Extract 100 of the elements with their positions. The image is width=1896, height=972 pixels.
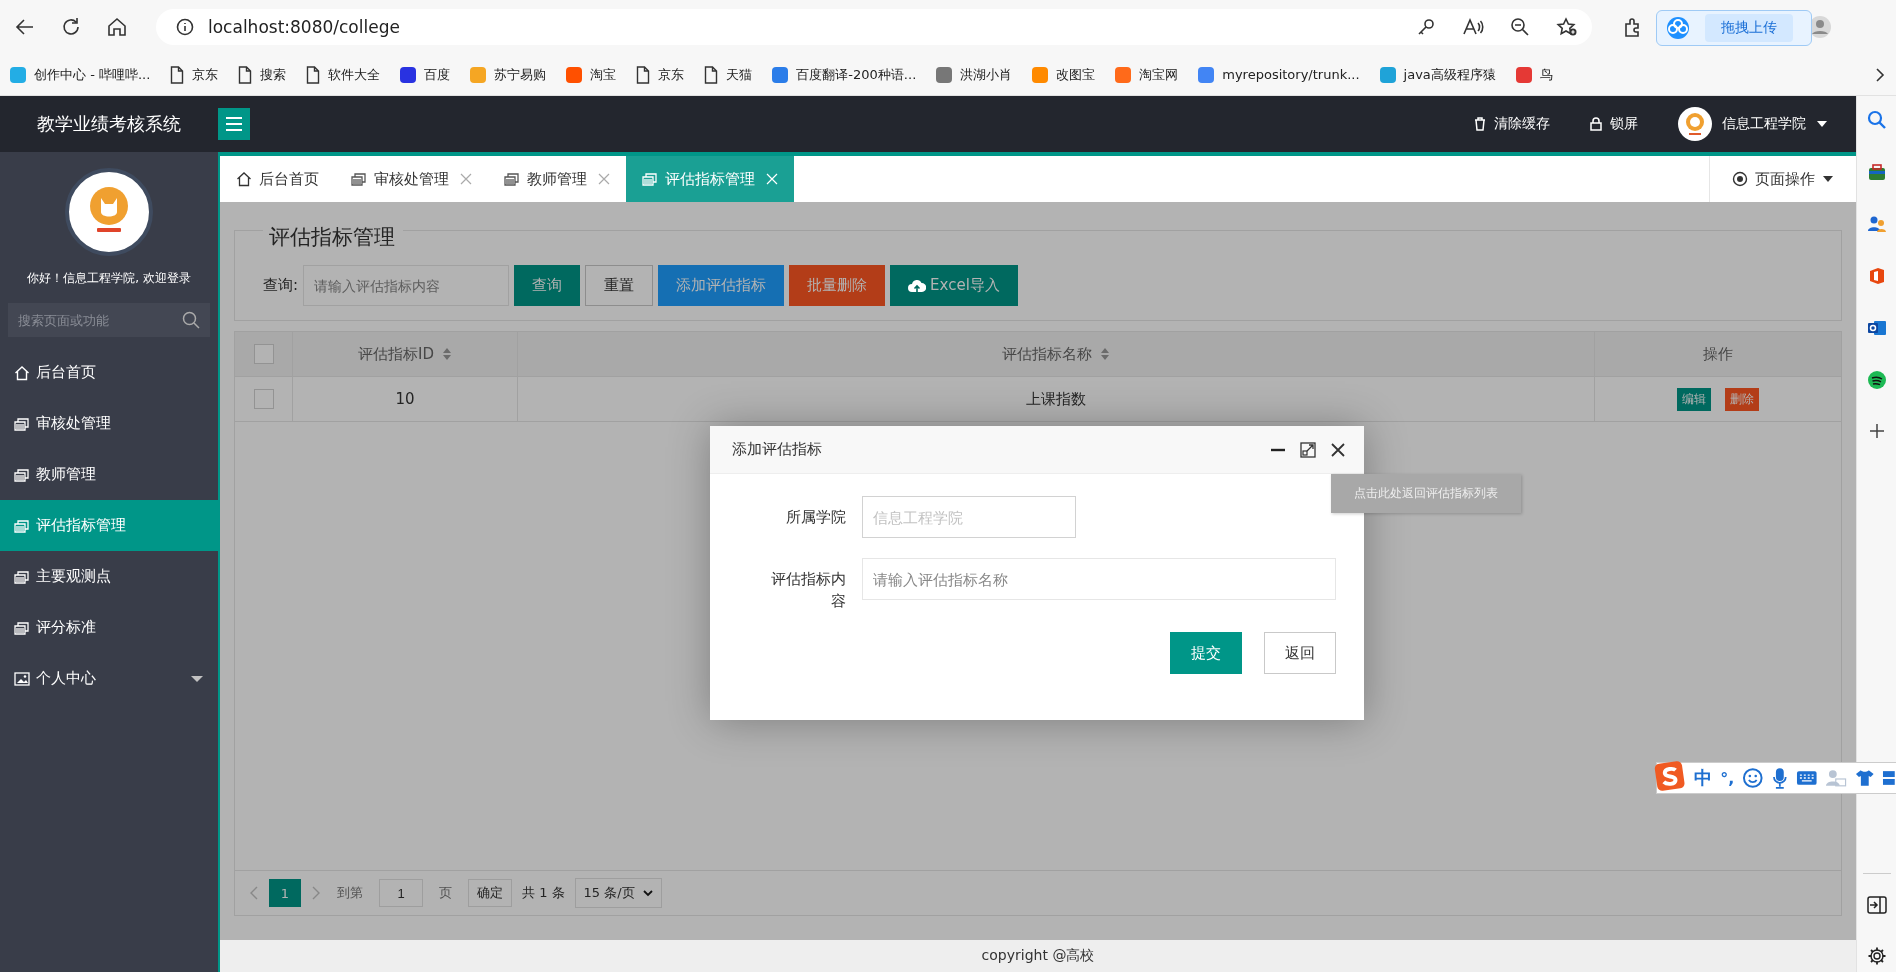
document-icon bbox=[14, 518, 30, 533]
bookmark[interactable]: 淘宝网 bbox=[1115, 65, 1179, 84]
back-button[interactable]: 返回 bbox=[1264, 632, 1336, 674]
music-icon[interactable] bbox=[1866, 370, 1887, 390]
bookmark[interactable]: 创作中心 - 哔哩哔... bbox=[10, 65, 151, 84]
menu-item[interactable]: 审核处管理 bbox=[0, 398, 218, 449]
caret-icon bbox=[1822, 175, 1834, 183]
keyboard-icon[interactable] bbox=[1795, 770, 1818, 786]
menu-item[interactable]: 个人中心 bbox=[0, 653, 218, 704]
goto-label: 到第 bbox=[337, 884, 363, 902]
page-icon bbox=[306, 65, 321, 84]
zoom-out-icon[interactable] bbox=[1510, 17, 1530, 37]
bookmark[interactable]: 天猫 bbox=[704, 65, 753, 84]
add-icon[interactable] bbox=[1867, 422, 1886, 440]
bookmark[interactable]: java高级程序猿 bbox=[1379, 65, 1496, 84]
document-icon bbox=[504, 172, 520, 186]
refresh-icon[interactable] bbox=[60, 16, 82, 38]
mail-icon[interactable] bbox=[1866, 318, 1887, 338]
target-icon bbox=[1732, 171, 1748, 187]
bookmark[interactable]: 软件大全 bbox=[306, 65, 381, 84]
tab[interactable]: 后台首页 bbox=[220, 156, 335, 202]
address-bar[interactable]: localhost:8080/college bbox=[156, 9, 1592, 45]
page-field[interactable]: 1 bbox=[379, 879, 423, 907]
bookmark[interactable]: 京东 bbox=[636, 65, 685, 84]
document-icon bbox=[14, 467, 30, 482]
image-icon bbox=[14, 671, 30, 686]
header-link[interactable]: 锁屏 bbox=[1590, 115, 1638, 133]
document-icon bbox=[14, 416, 30, 431]
settings-icon[interactable] bbox=[1866, 946, 1887, 966]
menu-item[interactable]: 主要观测点 bbox=[0, 551, 218, 602]
add-favorite-icon[interactable] bbox=[1556, 17, 1578, 37]
smiley-icon[interactable] bbox=[1742, 767, 1764, 789]
url-text: localhost:8080/college bbox=[208, 17, 400, 37]
menu-item[interactable]: 评分标准 bbox=[0, 602, 218, 653]
bookmark[interactable]: 苏宁易购 bbox=[470, 65, 547, 84]
people-icon[interactable] bbox=[1866, 214, 1887, 234]
panel-toggle-icon[interactable] bbox=[1866, 896, 1887, 914]
input-field[interactable]: 信息工程学院 bbox=[862, 496, 1076, 538]
checkbox[interactable] bbox=[253, 344, 274, 364]
maximize-icon[interactable] bbox=[1300, 441, 1316, 458]
bookmark[interactable]: 鸟 bbox=[1515, 65, 1553, 84]
read-aloud-icon[interactable] bbox=[1462, 17, 1484, 37]
header-link[interactable]: 清除缓存 bbox=[1474, 115, 1550, 133]
query-label: 查询: bbox=[263, 276, 299, 295]
checkbox[interactable] bbox=[253, 389, 274, 409]
ime-logo bbox=[1653, 759, 1687, 793]
menu-item[interactable]: 教师管理 bbox=[0, 449, 218, 500]
page-icon bbox=[170, 65, 185, 84]
copyright-text: copyright @高校 bbox=[981, 947, 1095, 965]
input-method-bar[interactable]: 中 °, bbox=[1656, 762, 1896, 794]
document-icon bbox=[14, 569, 30, 584]
bookmark[interactable]: 搜索 bbox=[238, 65, 287, 84]
menu-item[interactable]: 评估指标管理 bbox=[0, 500, 218, 551]
page-icon bbox=[636, 65, 651, 84]
home-icon bbox=[14, 364, 30, 381]
bookmark[interactable]: 洪湖小肖 bbox=[936, 65, 1013, 84]
bookmark[interactable]: 京东 bbox=[170, 65, 219, 84]
tooltip: 点击此处返回评估指标列表 bbox=[1331, 474, 1521, 513]
home-icon bbox=[236, 171, 252, 187]
briefcase-icon[interactable] bbox=[1866, 162, 1887, 182]
column-header[interactable]: 评估指标名称 bbox=[1002, 344, 1092, 364]
column-header[interactable]: 操作 bbox=[1703, 344, 1733, 364]
close-icon[interactable] bbox=[1330, 441, 1346, 458]
field-label: 所属学院 bbox=[785, 507, 847, 528]
bookmark[interactable]: 百度翻译-200种语... bbox=[772, 65, 917, 84]
tab[interactable]: 审核处管理 bbox=[335, 156, 488, 202]
search-icon[interactable] bbox=[1866, 110, 1887, 130]
chevron-icon bbox=[642, 889, 653, 897]
cloud-upload-icon bbox=[908, 278, 927, 293]
shirt-icon[interactable] bbox=[1854, 769, 1875, 787]
menu-icon[interactable] bbox=[218, 108, 250, 140]
more-bookmarks-icon[interactable] bbox=[1874, 66, 1886, 83]
confirm-button[interactable]: 确定 bbox=[468, 879, 512, 907]
document-icon bbox=[642, 172, 658, 186]
bookmark[interactable]: 淘宝 bbox=[566, 65, 617, 84]
key-icon[interactable] bbox=[1416, 17, 1436, 37]
caret-icon bbox=[190, 674, 204, 683]
table-cell: 10 bbox=[395, 390, 415, 408]
document-icon bbox=[14, 620, 30, 635]
tab[interactable]: 教师管理 bbox=[488, 156, 626, 202]
table-cell: 上课指数 bbox=[1026, 389, 1086, 409]
bookmark[interactable]: 百度 bbox=[400, 65, 451, 84]
page-icon bbox=[238, 65, 253, 84]
home-icon[interactable] bbox=[106, 16, 128, 38]
column-header[interactable]: 评估指标ID bbox=[358, 344, 434, 364]
user-menu[interactable]: 信息工程学院 bbox=[1678, 107, 1828, 141]
page-size-select[interactable]: 15 条/页 bbox=[574, 878, 662, 908]
input-field[interactable]: 请输入评估指标名称 bbox=[862, 558, 1336, 600]
bookmark[interactable]: 改图宝 bbox=[1032, 65, 1096, 84]
microphone-icon[interactable] bbox=[1771, 767, 1788, 789]
search-field[interactable]: 搜索页面或功能 bbox=[8, 303, 210, 337]
document-icon bbox=[351, 172, 367, 186]
search-icon bbox=[182, 311, 200, 329]
upload-widget[interactable]: 拖拽上传 bbox=[1656, 10, 1812, 46]
info-icon[interactable] bbox=[176, 18, 194, 36]
action-button[interactable]: 重置 bbox=[585, 265, 654, 306]
bookmark[interactable]: myrepository/trunk... bbox=[1198, 66, 1360, 83]
submit-button[interactable]: 提交 bbox=[1170, 632, 1242, 674]
menu-item[interactable]: 后台首页 bbox=[0, 347, 218, 398]
query-field[interactable]: 请输入评估指标内容 bbox=[303, 265, 510, 306]
